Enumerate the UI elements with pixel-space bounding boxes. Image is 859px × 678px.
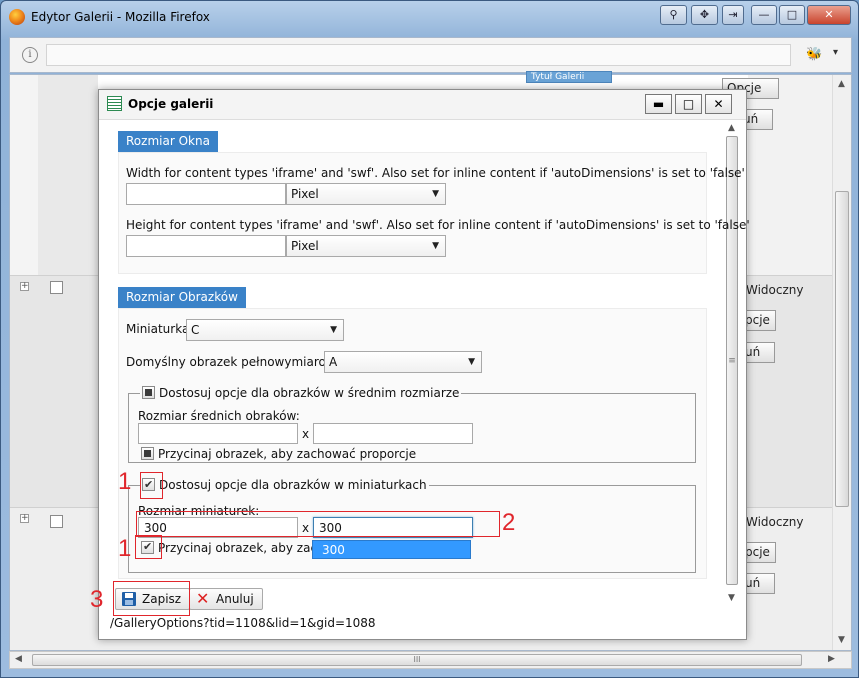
height-input[interactable] — [126, 235, 286, 257]
pin-icon[interactable]: ⚲ — [660, 5, 687, 25]
width-input[interactable] — [126, 183, 286, 205]
annotation-box — [136, 511, 500, 537]
width-label: Width for content types 'iframe' and 'sw… — [126, 166, 745, 180]
annotation-box — [135, 535, 162, 559]
row-checkbox[interactable] — [50, 281, 63, 294]
thumbnail-label: Miniaturka: — [126, 322, 194, 336]
window-switch-icon[interactable]: ⇥ — [722, 5, 744, 25]
dialog-title: Opcje galerii — [128, 97, 214, 111]
medium-x-separator: x — [302, 427, 310, 441]
scroll-down-arrow-icon[interactable]: ▼ — [728, 593, 735, 603]
dialog-scrollbar[interactable]: ▲ ≡ ▼ — [724, 121, 740, 608]
section-header-window-size: Rozmiar Okna — [118, 131, 218, 152]
page-horizontal-scrollbar[interactable]: ◀ III ▶ — [9, 651, 852, 669]
medium-crop-option[interactable]: Przycinaj obrazek, aby zachować proporcj… — [141, 447, 416, 461]
default-image-label: Domyślny obrazek pełnowymiarowy: — [126, 355, 346, 369]
medium-size-label: Rozmiar średnich obraków: — [138, 409, 300, 423]
close-icon: ✕ — [196, 589, 210, 608]
bg-tab[interactable]: Tytuł Galerii — [526, 71, 612, 83]
scroll-up-arrow-icon[interactable]: ▲ — [838, 79, 845, 89]
dialog-scroll-thumb[interactable]: ≡ — [726, 136, 738, 585]
height-unit-value: Pixel — [291, 239, 319, 253]
height-unit-select[interactable]: Pixel ▼ — [286, 235, 446, 257]
scroll-left-arrow-icon[interactable]: ◀ — [15, 654, 22, 664]
annotation-box — [140, 472, 163, 499]
url-input[interactable] — [46, 44, 791, 66]
medium-height-input[interactable] — [313, 423, 473, 444]
medium-size-legend[interactable]: Dostosuj opcje dla obrazków w średnim ro… — [140, 385, 462, 401]
medium-width-input[interactable] — [138, 423, 298, 444]
thumbnail-value: C — [191, 323, 200, 337]
bg-visible-label: Widoczny — [746, 515, 804, 529]
firefox-logo-icon — [9, 9, 25, 25]
scroll-up-arrow-icon[interactable]: ▲ — [728, 123, 735, 133]
info-icon[interactable]: i — [22, 47, 38, 63]
width-unit-value: Pixel — [291, 187, 319, 201]
chevron-down-icon: ▼ — [330, 325, 337, 335]
scroll-right-arrow-icon[interactable]: ▶ — [828, 654, 835, 664]
window-title: Edytor Galerii - Mozilla Firefox — [31, 10, 210, 24]
thumb-size-legend[interactable]: Dostosuj opcje dla obrazków w miniaturka… — [140, 477, 429, 493]
section-window-size: Width for content types 'iframe' and 'sw… — [118, 152, 750, 274]
dialog-close-button[interactable]: ✕ — [705, 94, 732, 114]
gallery-options-dialog: Opcje galerii ▬ □ ✕ ▲ ≡ ▼ Rozmiar Okna W… — [98, 89, 750, 640]
chevron-down-icon: ▼ — [432, 189, 439, 199]
status-url: /GalleryOptions?tid=1108&lid=1&gid=1088 — [110, 616, 376, 630]
annotation-number: 1 — [118, 468, 132, 495]
section-header-image-size: Rozmiar Obrazków — [118, 287, 246, 308]
default-image-select[interactable]: A ▼ — [324, 351, 482, 373]
address-bar: i 🐝 ▾ — [9, 37, 852, 73]
cancel-button-label: Anuluj — [216, 592, 254, 606]
annotation-number: 1 — [118, 535, 132, 562]
annotation-number: 3 — [90, 586, 104, 613]
medium-size-legend-label: Dostosuj opcje dla obrazków w średnim ro… — [159, 386, 460, 400]
annotation-box — [113, 581, 190, 616]
window-maximize-button[interactable]: □ — [779, 5, 805, 25]
dialog-titlebar[interactable]: Opcje galerii ▬ □ ✕ — [99, 90, 746, 120]
crosshair-icon[interactable]: ✥ — [691, 5, 718, 25]
dialog-minimize-button[interactable]: ▬ — [645, 94, 672, 114]
scroll-thumb[interactable] — [835, 191, 849, 507]
default-image-value: A — [329, 355, 338, 369]
chevron-down-icon: ▼ — [468, 357, 475, 367]
height-label: Height for content types 'iframe' and 's… — [126, 218, 750, 232]
section-image-size: Miniaturka: C ▼ Domyślny obrazek pełnowym… — [118, 308, 707, 579]
addon-icon[interactable]: 🐝 — [806, 47, 824, 63]
medium-size-checkbox[interactable] — [142, 386, 155, 399]
cancel-button[interactable]: ✕ Anuluj — [189, 588, 263, 610]
firefox-window: Edytor Galerii - Mozilla Firefox ⚲ ✥ ⇥ —… — [0, 0, 859, 678]
window-close-button[interactable]: ✕ — [807, 5, 851, 25]
thumb-size-legend-label: Dostosuj opcje dla obrazków w miniaturka… — [159, 478, 427, 492]
window-minimize-button[interactable]: — — [751, 5, 777, 25]
width-unit-select[interactable]: Pixel ▼ — [286, 183, 446, 205]
row-checkbox[interactable] — [50, 515, 63, 528]
medium-crop-checkbox[interactable] — [141, 447, 154, 460]
dialog-form-icon — [107, 96, 122, 111]
scroll-thumb[interactable]: III — [32, 654, 802, 666]
medium-crop-label: Przycinaj obrazek, aby zachować proporcj… — [158, 447, 417, 461]
expand-icon[interactable]: + — [20, 514, 29, 523]
annotation-number: 2 — [502, 509, 516, 536]
window-titlebar: Edytor Galerii - Mozilla Firefox ⚲ ✥ ⇥ —… — [1, 1, 858, 31]
bg-visible-label: Widoczny — [746, 283, 804, 297]
chevron-down-icon: ▼ — [432, 241, 439, 251]
page-vertical-scrollbar[interactable]: ▲ ▼ — [832, 75, 851, 650]
dialog-maximize-button[interactable]: □ — [675, 94, 702, 114]
expand-icon[interactable]: + — [20, 282, 29, 291]
scroll-down-arrow-icon[interactable]: ▼ — [838, 635, 845, 645]
autocomplete-option[interactable]: 300 — [312, 540, 471, 559]
chevron-down-icon[interactable]: ▾ — [833, 47, 838, 58]
thumbnail-select[interactable]: C ▼ — [186, 319, 344, 341]
